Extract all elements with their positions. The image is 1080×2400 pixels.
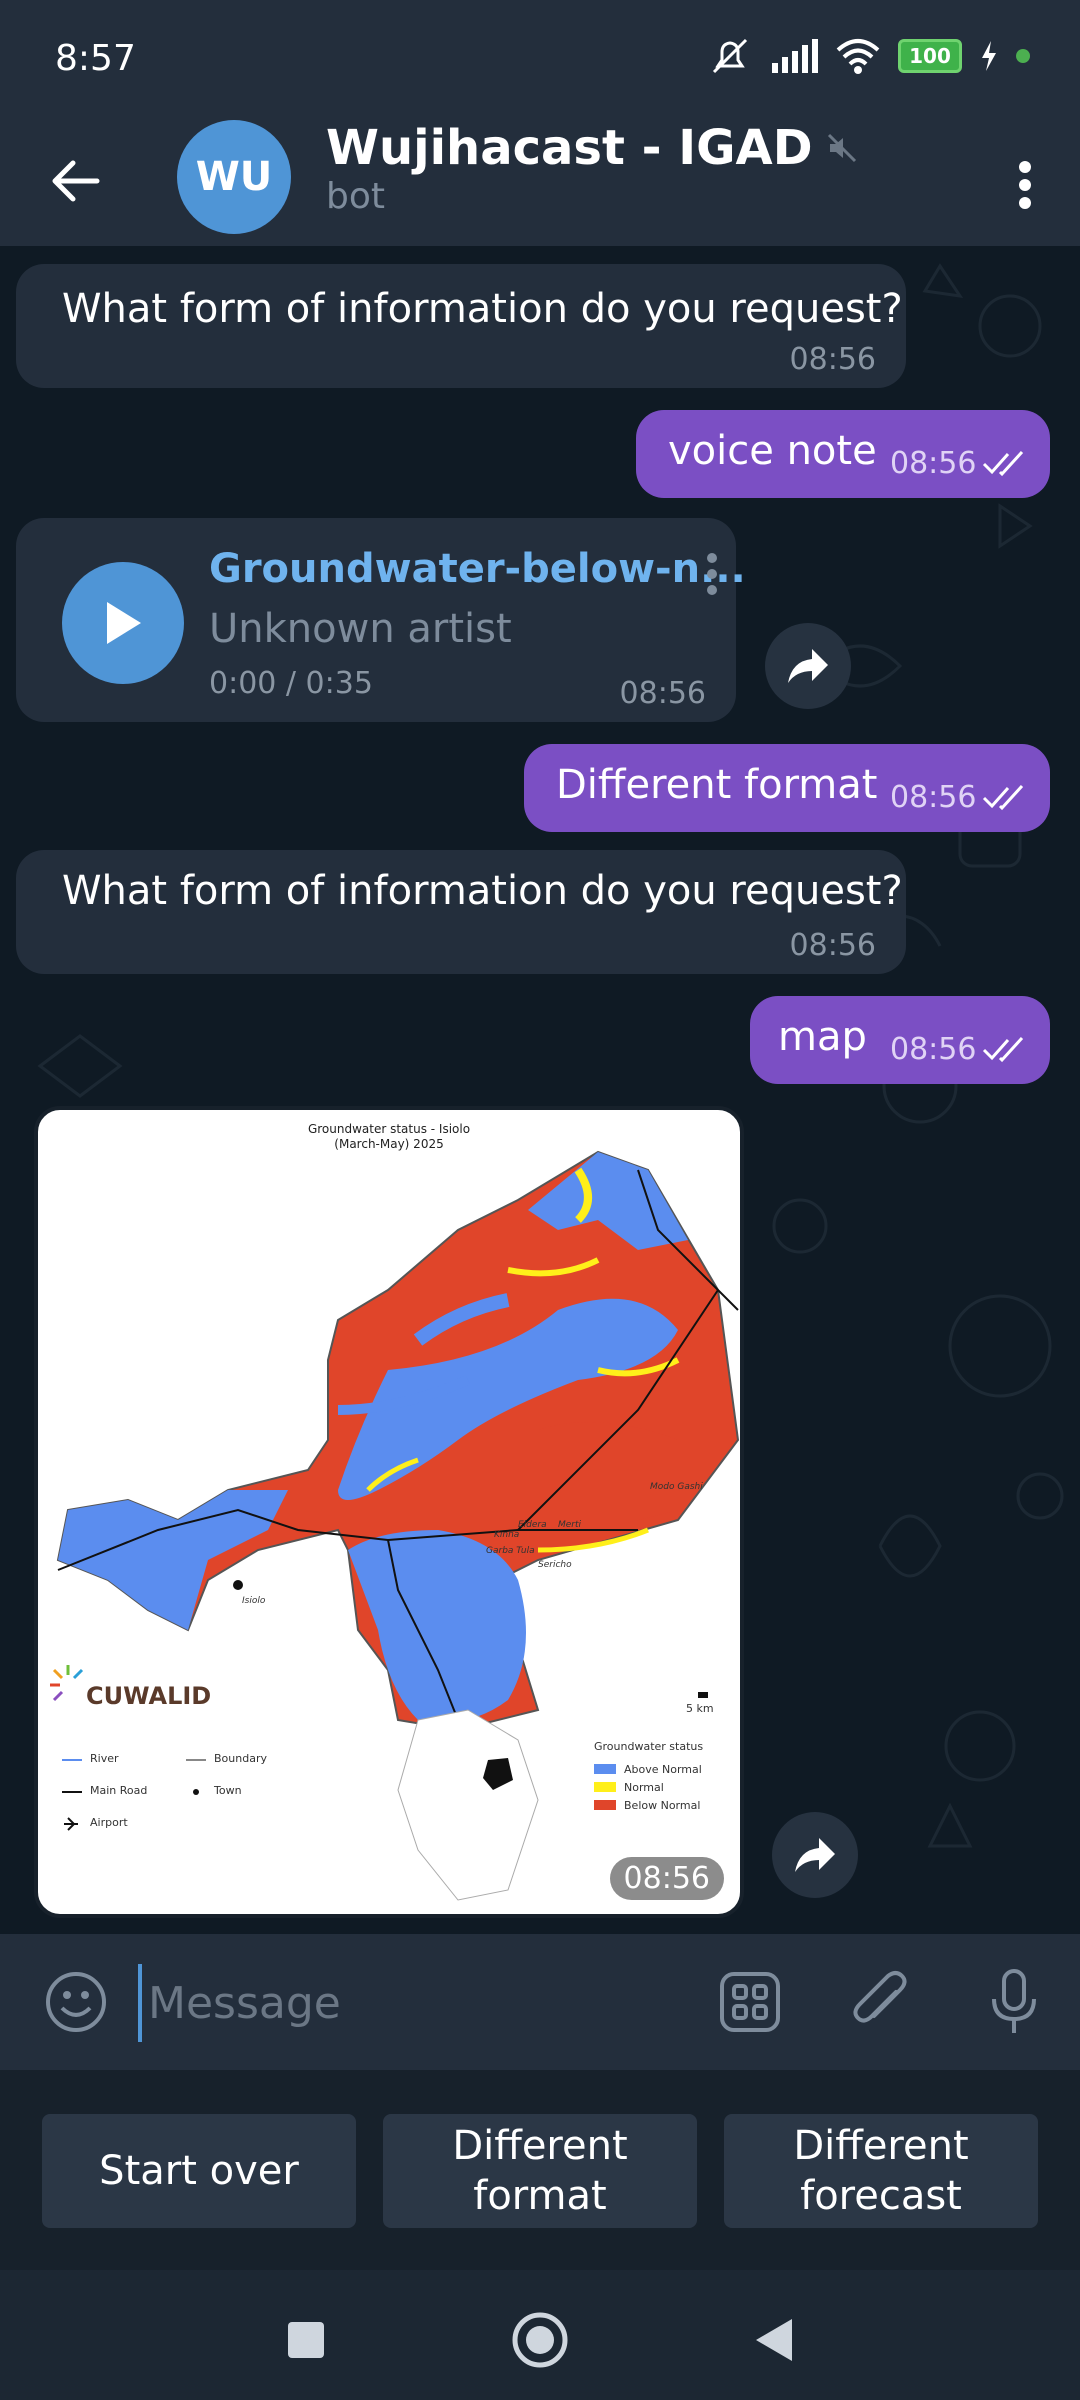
share-arrow-icon <box>795 1838 835 1872</box>
battery-indicator: 100 <box>898 39 962 73</box>
status-bar: 8:57 100 <box>0 0 1080 120</box>
legend-main-road: Main Road <box>90 1784 148 1797</box>
map-image-message[interactable]: Groundwater status - Isiolo (March-May) … <box>34 1106 744 1918</box>
place-label: Merti <box>558 1520 582 1530</box>
legend-label: Normal <box>624 1780 664 1794</box>
legend-label: Below Normal <box>624 1798 701 1812</box>
legend-item: Normal <box>594 1778 702 1796</box>
message-text: What form of information do you request? <box>62 868 903 914</box>
legend-boundary: Boundary <box>214 1752 267 1765</box>
message-text: What form of information do you request? <box>62 286 903 332</box>
legend-town: Town <box>214 1784 242 1797</box>
paperclip-icon <box>853 1971 907 2023</box>
avatar[interactable]: WU <box>177 120 291 234</box>
wifi-icon <box>836 39 880 74</box>
arrow-left-icon <box>52 160 100 202</box>
message-text: Different format <box>556 762 878 808</box>
double-check-icon <box>982 1036 1024 1063</box>
audio-artist: Unknown artist <box>209 606 512 652</box>
legend-swatch <box>594 1764 616 1774</box>
message-input[interactable] <box>138 1964 700 2042</box>
incoming-message[interactable]: What form of information do you request?… <box>16 264 906 388</box>
legend-swatches: Above Normal Normal Below Normal <box>594 1760 702 1814</box>
mute-notifications-icon <box>712 38 748 74</box>
audio-title: Groundwater-below-n... <box>209 546 746 592</box>
audio-menu-icon[interactable] <box>706 552 718 596</box>
message-time: 08:56 <box>890 446 977 481</box>
audio-message[interactable]: Groundwater-below-n... Unknown artist 0:… <box>16 518 746 722</box>
signal-icon <box>772 39 818 73</box>
back-button[interactable] <box>40 146 110 216</box>
back-nav-button[interactable] <box>734 2300 814 2380</box>
status-icons: 100 <box>708 36 1030 76</box>
home-circle-icon <box>512 2312 568 2368</box>
legend-airport: Airport <box>90 1816 128 1829</box>
place-label: Garba Tula <box>486 1546 535 1556</box>
scale-label: 5 km <box>686 1702 714 1715</box>
share-arrow-icon <box>788 649 828 683</box>
charging-bolt-icon <box>982 41 996 71</box>
voice-record-button[interactable] <box>976 1964 1052 2040</box>
message-time: 08:56 <box>789 928 876 963</box>
audio-duration: 0:00 / 0:35 <box>209 666 373 701</box>
smiley-icon <box>46 1972 106 2032</box>
message-time: 08:56 <box>789 342 876 377</box>
place-label: Isiolo <box>242 1596 266 1606</box>
message-time: 08:56 <box>890 780 977 815</box>
message-time: 08:56 <box>609 1857 724 1900</box>
message-time: 08:56 <box>890 1032 977 1067</box>
start-over-button[interactable]: Start over <box>42 2114 356 2228</box>
triangle-back-icon <box>756 2319 792 2361</box>
more-vertical-icon <box>1019 161 1031 209</box>
emoji-button[interactable] <box>38 1964 114 2040</box>
status-time: 8:57 <box>55 38 136 79</box>
message-time: 08:56 <box>619 676 706 711</box>
more-options-button[interactable] <box>990 140 1060 230</box>
forward-button[interactable] <box>765 623 851 709</box>
bot-commands-button[interactable] <box>712 1964 788 2040</box>
legend-swatch <box>594 1782 616 1792</box>
message-composer <box>0 1934 1080 2070</box>
different-forecast-button[interactable]: Different forecast <box>724 2114 1038 2228</box>
double-check-icon <box>982 784 1024 811</box>
legend-item: Below Normal <box>594 1796 702 1814</box>
play-icon <box>107 602 141 644</box>
recents-button[interactable] <box>266 2300 346 2380</box>
place-label: Kinna <box>494 1530 520 1540</box>
place-label: Eldera <box>518 1520 547 1530</box>
legend-river: River <box>90 1752 119 1765</box>
different-format-button[interactable]: Different format <box>383 2114 697 2228</box>
grid-menu-icon <box>720 1972 780 2032</box>
outgoing-message[interactable]: Different format 08:56 <box>524 744 1050 832</box>
play-button[interactable] <box>62 562 184 684</box>
bot-keyboard: Start over Different format Different fo… <box>0 2070 1080 2270</box>
system-nav-bar <box>0 2270 1080 2400</box>
legend-title: Groundwater status <box>594 1740 704 1753</box>
outgoing-message[interactable]: voice note 08:56 <box>636 410 1050 498</box>
chat-title-text: Wujihacast - IGAD <box>326 120 813 176</box>
legend-label: Above Normal <box>624 1762 702 1776</box>
map-logo: CUWALID <box>86 1682 212 1710</box>
outgoing-message[interactable]: map 08:56 <box>750 996 1050 1084</box>
message-text: voice note <box>668 428 877 474</box>
forward-button[interactable] <box>772 1812 858 1898</box>
chat-subtitle: bot <box>326 176 385 217</box>
attach-button[interactable] <box>844 1964 920 2040</box>
incoming-message[interactable]: What form of information do you request?… <box>16 850 906 974</box>
privacy-dot <box>1016 49 1030 63</box>
chat-title[interactable]: Wujihacast - IGAD <box>326 120 857 176</box>
place-label: Sericho <box>538 1560 572 1570</box>
legend-item: Above Normal <box>594 1760 702 1778</box>
legend-swatch <box>594 1800 616 1810</box>
place-label: Modo Gashi <box>650 1482 703 1492</box>
message-text: map <box>778 1014 867 1060</box>
home-button[interactable] <box>500 2300 580 2380</box>
muted-speaker-icon <box>827 133 856 163</box>
double-check-icon <box>982 450 1024 477</box>
microphone-icon <box>992 1969 1036 2033</box>
square-icon <box>288 2322 324 2358</box>
chat-header: WU Wujihacast - IGAD bot <box>0 120 1080 246</box>
